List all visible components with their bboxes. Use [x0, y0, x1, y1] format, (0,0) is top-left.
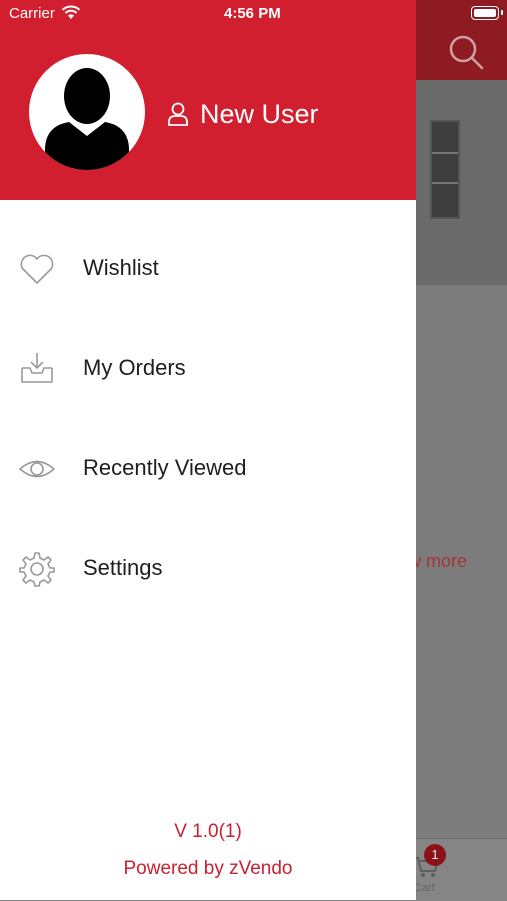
drawer-header: New User	[0, 0, 416, 200]
app-version: V 1.0(1)	[174, 821, 242, 842]
menu-item-wishlist[interactable]: Wishlist	[0, 220, 416, 320]
user-icon	[168, 102, 188, 126]
search-icon[interactable]	[448, 34, 484, 70]
status-bar: Carrier 4:56 PM	[0, 0, 507, 28]
user-profile-row[interactable]: New User	[167, 97, 319, 131]
carrier-label: Carrier	[9, 5, 55, 22]
user-name[interactable]: New User	[200, 99, 319, 130]
inbox-download-icon	[21, 353, 53, 383]
wifi-icon	[61, 5, 81, 19]
banner-shelf-image	[430, 120, 460, 219]
menu-item-settings[interactable]: Settings	[0, 520, 416, 620]
cart-tab-label[interactable]: Cart	[414, 882, 435, 894]
battery-icon	[471, 6, 503, 20]
heart-icon	[20, 254, 54, 284]
user-silhouette-icon	[45, 68, 129, 170]
menu-item-my-orders[interactable]: My Orders	[0, 320, 416, 420]
cart-badge: 1	[424, 844, 446, 866]
eye-icon	[18, 460, 56, 478]
menu-item-label: My Orders	[83, 355, 186, 380]
menu-item-label: Wishlist	[83, 255, 159, 280]
navigation-drawer: New User Wishlist My Orders Recently Vie…	[0, 0, 416, 900]
clock-time: 4:56 PM	[224, 5, 281, 22]
avatar[interactable]	[29, 54, 145, 170]
powered-by-link[interactable]: Powered by zVendo	[0, 858, 416, 880]
menu-item-label: Recently Viewed	[83, 455, 247, 480]
gear-icon	[19, 552, 55, 587]
menu-item-label: Settings	[83, 555, 163, 580]
menu-item-recently-viewed[interactable]: Recently Viewed	[0, 420, 416, 520]
